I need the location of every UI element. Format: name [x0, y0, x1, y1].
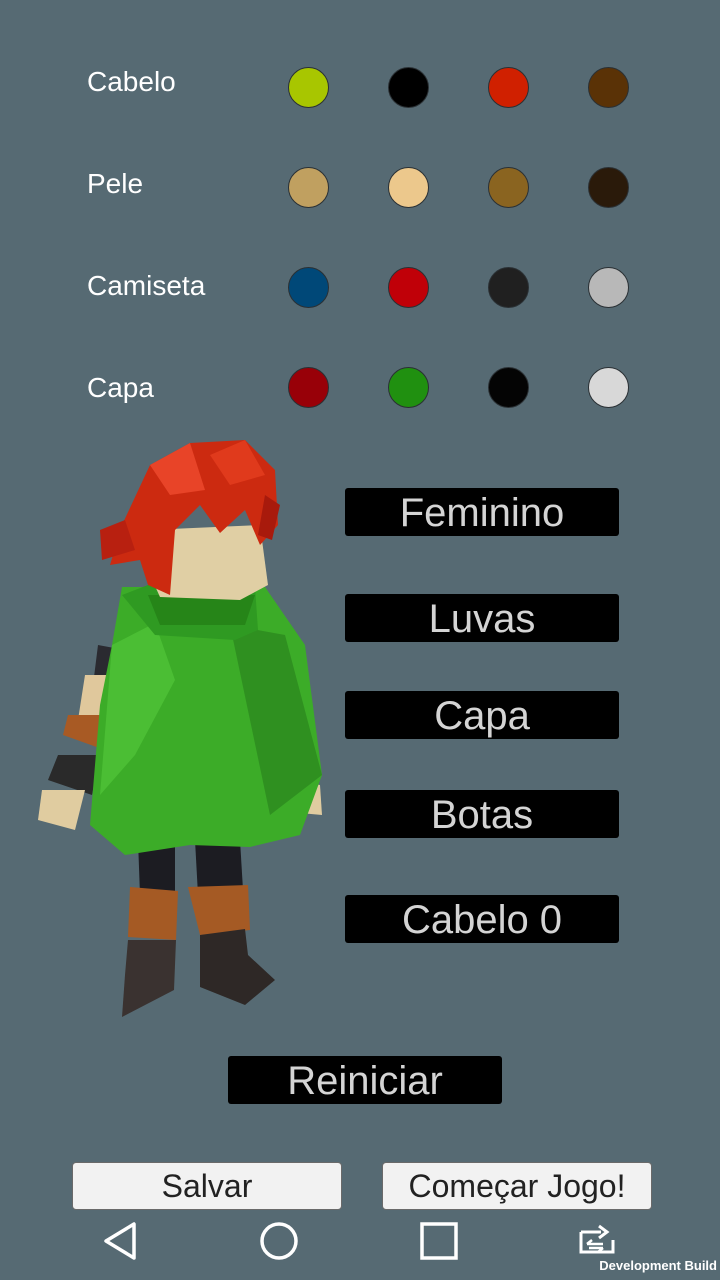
swatch-cabelo-1[interactable]	[288, 67, 329, 108]
gloves-button-label: Luvas	[428, 597, 536, 641]
swatch-capa-1[interactable]	[288, 367, 329, 408]
rotate-screen-icon[interactable]	[573, 1222, 621, 1260]
system-navbar: Development Build	[0, 1210, 720, 1280]
hair-style-button-label: Cabelo 0	[401, 898, 563, 942]
label-capa: Capa	[87, 372, 154, 403]
save-button[interactable]: Salvar	[72, 1162, 342, 1210]
recents-icon[interactable]	[418, 1220, 460, 1262]
home-icon[interactable]	[258, 1220, 300, 1262]
swatch-cabelo-3[interactable]	[488, 67, 529, 108]
start-game-button[interactable]: Começar Jogo!	[382, 1162, 652, 1210]
swatch-capa-2[interactable]	[388, 367, 429, 408]
gender-button[interactable]: Feminino	[345, 488, 619, 536]
character-model[interactable]	[30, 435, 330, 1025]
back-icon[interactable]	[100, 1220, 142, 1262]
swatch-pele-2[interactable]	[388, 167, 429, 208]
swatch-pele-3[interactable]	[488, 167, 529, 208]
swatch-camiseta-3[interactable]	[488, 267, 529, 308]
swatch-pele-4[interactable]	[588, 167, 629, 208]
swatch-capa-3[interactable]	[488, 367, 529, 408]
swatch-cabelo-2[interactable]	[388, 67, 429, 108]
boots-button-label: Botas	[430, 793, 534, 837]
cape-button-label: Capa	[434, 694, 530, 738]
swatch-camiseta-2[interactable]	[388, 267, 429, 308]
label-pele: Pele	[87, 168, 144, 199]
swatch-capa-4[interactable]	[588, 367, 629, 408]
boots-button[interactable]: Botas	[345, 790, 619, 838]
swatch-camiseta-4[interactable]	[588, 267, 629, 308]
swatch-cabelo-4[interactable]	[588, 67, 629, 108]
swatch-pele-1[interactable]	[288, 167, 329, 208]
gender-button-label: Feminino	[399, 491, 565, 535]
hair-style-button[interactable]: Cabelo 0	[345, 895, 619, 943]
swatch-camiseta-1[interactable]	[288, 267, 329, 308]
restart-button[interactable]: Reiniciar	[228, 1056, 502, 1104]
development-build-label: Development Build	[599, 1258, 717, 1273]
cape-button[interactable]: Capa	[345, 691, 619, 739]
label-camiseta: Camiseta	[87, 270, 206, 301]
label-cabelo: Cabelo	[87, 66, 176, 97]
restart-button-label: Reiniciar	[287, 1059, 443, 1103]
gloves-button[interactable]: Luvas	[345, 594, 619, 642]
